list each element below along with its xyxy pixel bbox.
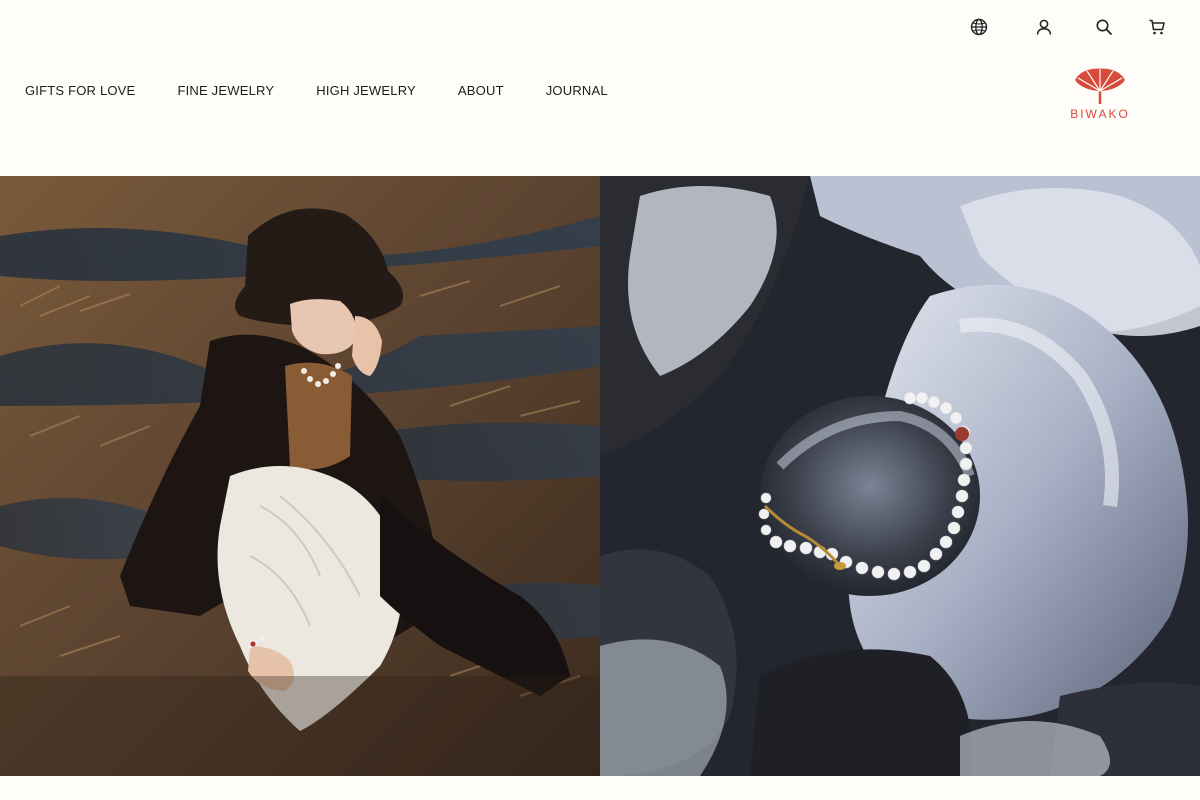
site-header: GIFTS FOR LOVE FINE JEWELRY HIGH JEWELRY…	[0, 0, 1200, 176]
brand-wordmark: BIWAKO	[1070, 107, 1130, 121]
main-nav: GIFTS FOR LOVE FINE JEWELRY HIGH JEWELRY…	[25, 83, 608, 98]
globe-icon[interactable]	[966, 14, 992, 40]
pearl-bracelet-on-icy-rock-photo[interactable]	[600, 176, 1200, 776]
model-in-black-hat-on-marsh-photo[interactable]	[0, 176, 600, 776]
search-icon[interactable]	[1091, 14, 1117, 40]
nav-item-fine-jewelry[interactable]: FINE JEWELRY	[177, 83, 274, 98]
nav-item-high-jewelry[interactable]: HIGH JEWELRY	[316, 83, 416, 98]
account-icon[interactable]	[1031, 14, 1057, 40]
nav-item-journal[interactable]: JOURNAL	[546, 83, 608, 98]
hero-section	[0, 176, 1200, 776]
ginkgo-leaf-icon	[1075, 68, 1125, 104]
brand-logo[interactable]: BIWAKO	[1062, 66, 1138, 124]
cart-icon[interactable]	[1144, 14, 1170, 40]
nav-item-gifts-for-love[interactable]: GIFTS FOR LOVE	[25, 83, 135, 98]
nav-item-about[interactable]: ABOUT	[458, 83, 504, 98]
utility-bar	[0, 14, 1200, 40]
